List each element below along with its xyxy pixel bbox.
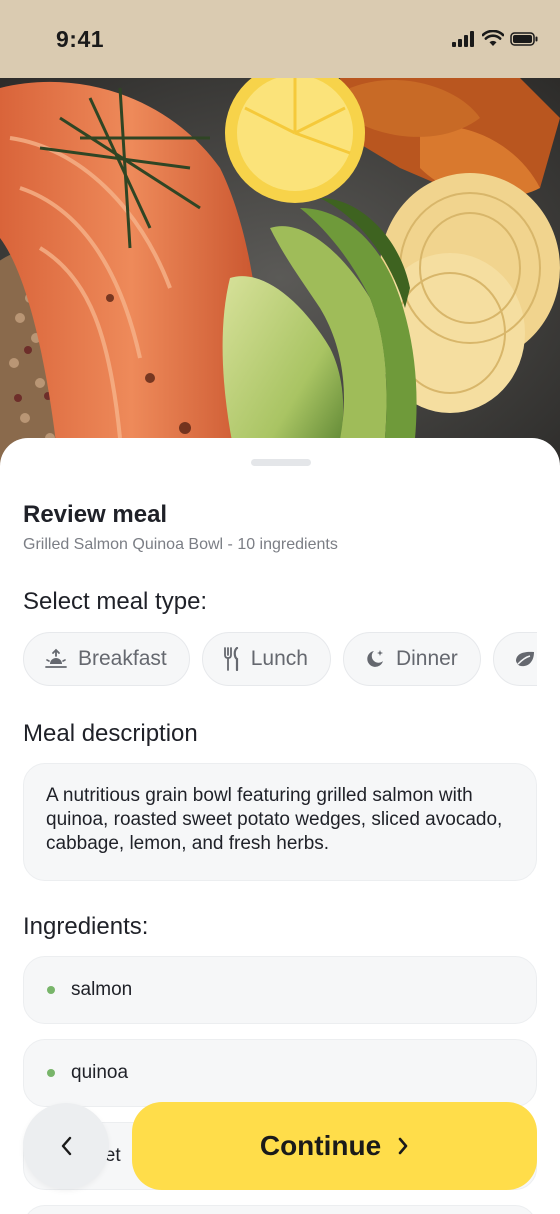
chip-label: Lunch	[250, 647, 308, 670]
status-time: 9:41	[56, 26, 105, 52]
battery-icon	[510, 31, 538, 46]
ingredient-label: salmon	[71, 979, 133, 1000]
status-icons	[452, 30, 538, 47]
leaf-icon	[515, 651, 534, 667]
back-button[interactable]	[23, 1103, 109, 1189]
meal-photo	[0, 78, 560, 478]
ingredients-heading: Ingredients:	[23, 913, 149, 940]
status-bar: 9:41	[0, 0, 560, 78]
chip-label: Dinner	[395, 647, 458, 670]
ingredient-bullet	[47, 1069, 55, 1077]
chevron-right-icon	[398, 1137, 408, 1155]
chip-dinner[interactable]: Dinner	[342, 632, 481, 686]
sunrise-icon	[45, 648, 67, 668]
sheet-subtitle: Grilled Salmon Quinoa Bowl - 10 ingredie…	[23, 536, 338, 553]
sheet-title: Review meal	[23, 501, 168, 528]
review-meal-sheet: Review meal Grilled Salmon Quinoa Bowl -…	[0, 438, 560, 1214]
continue-button[interactable]: Continue	[132, 1102, 537, 1190]
meal-type-chips: Breakfast Lunch Dinner	[23, 632, 537, 688]
description-heading: Meal description	[23, 720, 198, 747]
chip-breakfast[interactable]: Breakfast	[23, 632, 190, 686]
fork-knife-icon	[223, 647, 238, 671]
ingredient-label: quinoa	[71, 1062, 129, 1083]
chip-snack[interactable]	[492, 632, 537, 686]
chip-label: Breakfast	[78, 647, 167, 670]
sheet-grabber[interactable]	[251, 459, 311, 466]
ingredient-item[interactable]: quinoa	[23, 1039, 537, 1107]
chevron-left-icon	[61, 1136, 72, 1156]
cellular-signal-icon	[452, 30, 474, 47]
wifi-icon	[482, 30, 504, 46]
meal-description-field[interactable]: A nutritious grain bowl featuring grille…	[23, 763, 537, 881]
meal-type-heading: Select meal type:	[23, 588, 208, 615]
moon-star-icon	[367, 650, 383, 667]
ingredient-item[interactable]	[23, 1205, 537, 1214]
chip-lunch[interactable]: Lunch	[201, 632, 331, 686]
ingredient-item[interactable]: salmon	[23, 956, 537, 1024]
ingredient-bullet	[47, 986, 55, 994]
continue-label: Continue	[259, 1130, 382, 1161]
